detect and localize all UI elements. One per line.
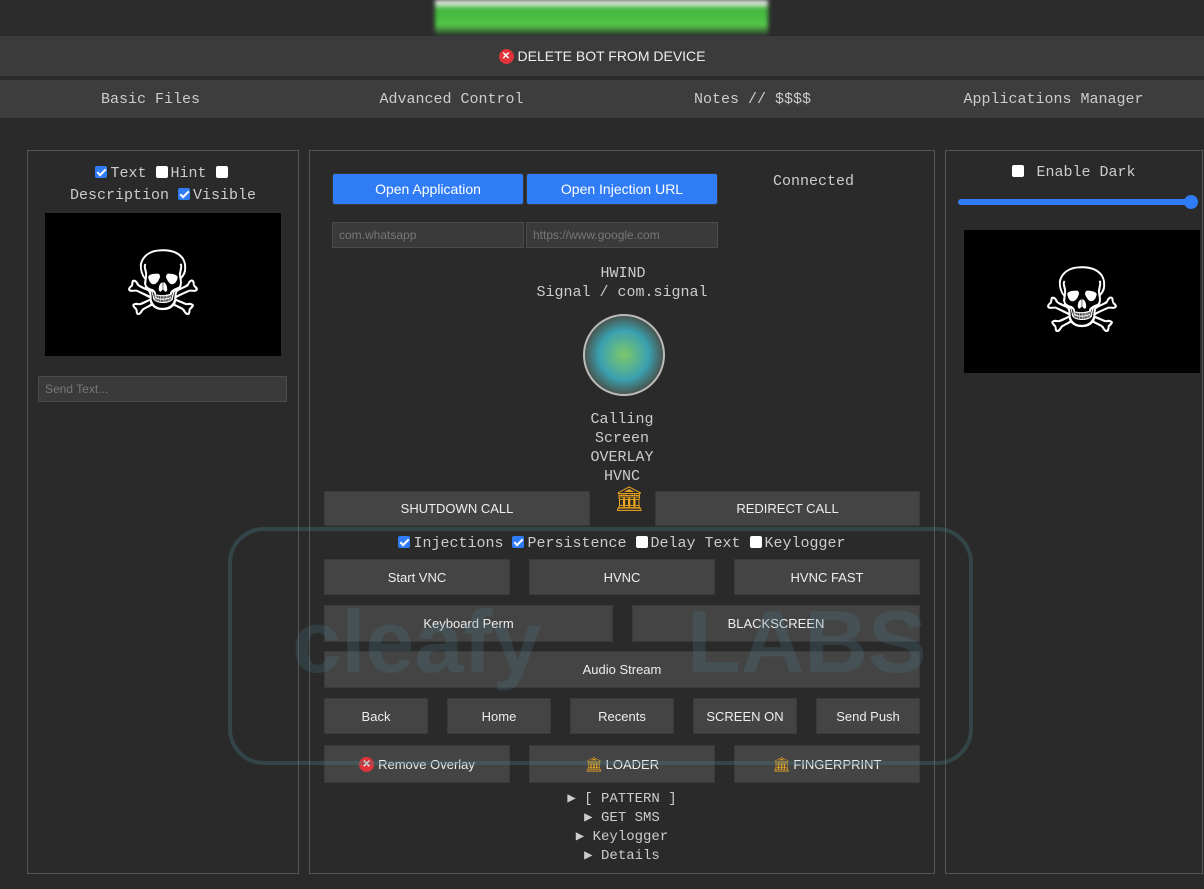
redirect-call-button[interactable]: REDIRECT CALL <box>655 491 920 526</box>
connection-status: Connected <box>773 173 855 190</box>
tab-notes[interactable]: Notes // $$$$ <box>602 91 903 108</box>
app-info: Signal / com.signal <box>536 284 708 301</box>
mode-hvnc: HVNC <box>603 468 640 485</box>
mode-calling: Calling <box>590 411 654 428</box>
screen-preview-dark: ☠ <box>964 230 1200 373</box>
delete-bot-label: DELETE BOT FROM DEVICE <box>517 48 706 64</box>
recents-button[interactable]: Recents <box>570 698 674 734</box>
right-panel: Enable Dark ☠ <box>945 150 1203 874</box>
details-list: ▶ [ PATTERN ] ▶ GET SMS ▶ Keylogger ▶ De… <box>310 790 934 866</box>
delay-text-checkbox[interactable]: Delay Text <box>635 535 741 552</box>
fingerprint-button[interactable]: 🏛 FINGERPRINT <box>734 745 920 783</box>
delete-bot-button[interactable]: ✕ DELETE BOT FROM DEVICE <box>0 36 1204 76</box>
persistence-checkbox[interactable]: Persistence <box>512 535 627 552</box>
skull-icon: ☠ <box>122 235 204 335</box>
send-push-button[interactable]: Send Push <box>816 698 920 734</box>
home-button[interactable]: Home <box>447 698 551 734</box>
app-package-input[interactable]: com.whatsapp <box>332 222 524 248</box>
mode-screen: Screen <box>594 430 649 447</box>
send-text-input[interactable]: Send Text... <box>38 376 287 402</box>
tab-bar: Basic Files Advanced Control Notes // $$… <box>0 80 1204 118</box>
skull-icon: ☠ <box>1041 252 1123 352</box>
redacted-header <box>435 0 768 36</box>
keyboard-perm-button[interactable]: Keyboard Perm <box>324 605 613 642</box>
toggle-row: Injections Persistence Delay Text Keylog… <box>310 535 934 552</box>
center-panel: Open Application Open Injection URL Conn… <box>309 150 935 874</box>
hint-checkbox[interactable]: Hint <box>155 165 207 182</box>
tab-basic-files[interactable]: Basic Files <box>0 91 301 108</box>
injection-url-input[interactable]: https://www.google.com <box>526 222 718 248</box>
hvnc-fast-button[interactable]: HVNC FAST <box>734 559 920 595</box>
mode-overlay: OVERLAY <box>590 449 654 466</box>
keylogger-toggle[interactable]: ▶ Keylogger <box>310 828 934 847</box>
keylogger-checkbox[interactable]: Keylogger <box>749 535 846 552</box>
start-vnc-button[interactable]: Start VNC <box>324 559 510 595</box>
bot-name: HWIND <box>600 265 646 282</box>
enable-dark-checkbox[interactable]: Enable Dark <box>946 164 1202 181</box>
injections-checkbox[interactable]: Injections <box>398 535 503 552</box>
screen-on-button[interactable]: SCREEN ON <box>693 698 797 734</box>
get-sms-toggle[interactable]: ▶ GET SMS <box>310 809 934 828</box>
blackscreen-button[interactable]: BLACKSCREEN <box>632 605 920 642</box>
details-toggle[interactable]: ▶ Details <box>310 847 934 866</box>
mode-list: Calling Screen OVERLAY HVNC <box>310 410 934 486</box>
bank-icon: 🏛 <box>584 755 603 772</box>
close-circle-icon: ✕ <box>498 48 514 64</box>
shutdown-call-button[interactable]: SHUTDOWN CALL <box>324 491 590 526</box>
screen-preview: ☠ <box>45 213 281 356</box>
loader-button[interactable]: 🏛 LOADER <box>529 745 715 783</box>
audio-stream-button[interactable]: Audio Stream <box>324 651 920 688</box>
bank-icon: 🏛 <box>772 755 791 772</box>
text-checkbox[interactable]: Text <box>95 165 146 182</box>
bank-icon: 🏛 <box>614 486 645 513</box>
visible-checkbox[interactable]: Visible <box>178 187 256 204</box>
hvnc-button[interactable]: HVNC <box>529 559 715 595</box>
bot-avatar <box>583 314 665 396</box>
pattern-toggle[interactable]: ▶ [ PATTERN ] <box>310 790 934 809</box>
open-injection-url-button[interactable]: Open Injection URL <box>526 173 718 205</box>
close-circle-icon: ✕ <box>359 756 375 772</box>
left-panel: Text Hint Description Visible ☠ Send Tex… <box>27 150 299 874</box>
dark-slider[interactable] <box>958 199 1198 205</box>
tab-applications-manager[interactable]: Applications Manager <box>903 91 1204 108</box>
back-button[interactable]: Back <box>324 698 428 734</box>
slider-thumb[interactable] <box>1184 195 1198 209</box>
tab-advanced-control[interactable]: Advanced Control <box>301 91 602 108</box>
open-application-button[interactable]: Open Application <box>332 173 524 205</box>
remove-overlay-button[interactable]: ✕ Remove Overlay <box>324 745 510 783</box>
